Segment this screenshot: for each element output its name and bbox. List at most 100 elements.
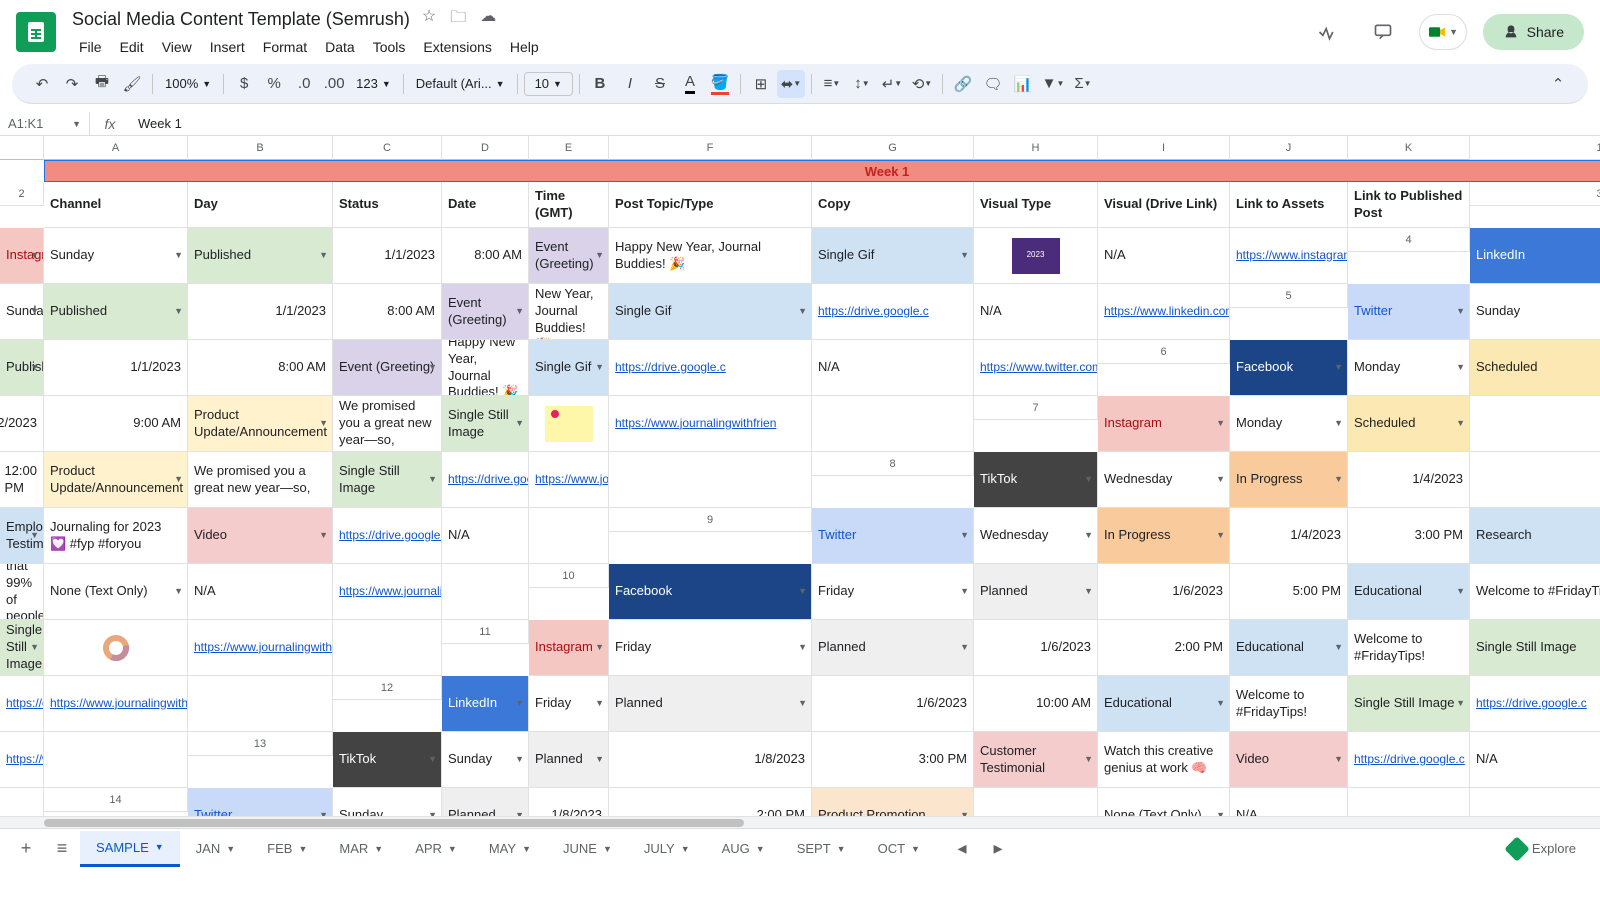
menu-tools[interactable]: Tools [366, 35, 413, 59]
cell-time[interactable]: 2:00 PM [1098, 620, 1230, 676]
cell-date[interactable]: 1/1/2023 [188, 284, 333, 340]
cell-topic[interactable]: Event (Greeting)▼ [529, 228, 609, 284]
cell-time[interactable]: 12:00 PM [1470, 452, 1600, 508]
meet-button[interactable]: ▼ [1419, 14, 1467, 50]
cell-assets[interactable]: N/A [1098, 228, 1230, 284]
fill-color-button[interactable]: 🪣 [706, 70, 734, 98]
cell-assets[interactable]: https://www.journalingwithfrien [0, 732, 44, 788]
currency-button[interactable]: $ [230, 70, 258, 98]
cell-published[interactable]: https://www.twitter.com/linktop [974, 340, 1098, 396]
cell-topic[interactable]: Product Update/Announcement▼ [44, 452, 188, 508]
cell-channel[interactable]: LinkedIn▼ [1470, 228, 1600, 284]
cell-published[interactable] [333, 620, 442, 676]
cell-published[interactable] [609, 452, 812, 508]
cell-visual-link[interactable]: https://drive.google.c [1470, 676, 1600, 732]
cell-time[interactable]: 3:00 PM [812, 732, 974, 788]
cell-topic[interactable]: Product Update/Announcement▼ [188, 396, 333, 452]
cell-copy[interactable]: Happy New Year, Journal Buddies! 🎉 [442, 340, 529, 396]
add-sheet-button[interactable]: + [8, 831, 44, 867]
cell-day[interactable]: Monday▼ [1348, 340, 1470, 396]
cell-assets[interactable]: N/A [442, 508, 529, 564]
row-header[interactable]: 5 [1230, 284, 1348, 308]
cell-date[interactable]: 1/4/2023 [1348, 452, 1470, 508]
cell-visual-link[interactable] [44, 620, 188, 676]
cloud-icon[interactable]: ☁ [480, 6, 496, 33]
col-header-E[interactable]: E [529, 136, 609, 160]
cell-topic[interactable]: Employee Testimonial▼ [0, 508, 44, 564]
header-assets[interactable]: Link to Assets [1230, 182, 1348, 228]
cell-assets[interactable]: https://www.journalingwithfrien [333, 564, 442, 620]
name-box[interactable]: A1:K1▼ [0, 112, 90, 135]
cell-published[interactable] [812, 396, 974, 452]
cell-assets[interactable]: https://www.journalingwithfriends.com/bl… [188, 620, 333, 676]
cell-time[interactable]: 8:00 AM [188, 340, 333, 396]
row-header[interactable]: 10 [529, 564, 609, 588]
sheet-tab-sample[interactable]: SAMPLE▼ [80, 831, 180, 867]
cell-visual-type[interactable]: Single Still Image▼ [1348, 676, 1470, 732]
sheet-tab-aug[interactable]: AUG▼ [706, 831, 781, 867]
cell-assets[interactable]: https://www.journalingwithfrien [529, 452, 609, 508]
header-channel[interactable]: Channel [44, 182, 188, 228]
cell-assets[interactable]: https://www.journalingwithfrien [609, 396, 812, 452]
header-published[interactable]: Link to Published Post [1348, 182, 1470, 228]
row-header[interactable]: 3 [1470, 182, 1600, 206]
cell-channel[interactable]: Facebook▼ [609, 564, 812, 620]
week-header-cell[interactable]: Week 1 [44, 160, 1600, 182]
col-header-H[interactable]: H [974, 136, 1098, 160]
cell-time[interactable]: 9:00 AM [44, 396, 188, 452]
cell-time[interactable]: 3:00 PM [1348, 508, 1470, 564]
font-dropdown[interactable]: Default (Ari... ▼ [410, 76, 511, 91]
row-header[interactable]: 1 [1470, 136, 1600, 160]
cell-status[interactable]: Planned▼ [529, 732, 609, 788]
cell-copy[interactable]: Welcome to #FridayTips! [1230, 676, 1348, 732]
cell-copy[interactable]: Happy New Year, Journal Buddies! 🎉 [609, 228, 812, 284]
borders-button[interactable]: ⊞ [747, 70, 775, 98]
row-header[interactable]: 6 [1098, 340, 1230, 364]
redo-button[interactable]: ↷ [58, 70, 86, 98]
menu-data[interactable]: Data [318, 35, 362, 59]
wrap-button[interactable]: ↵ ▼ [878, 70, 906, 98]
sheet-tab-mar[interactable]: MAR▼ [323, 831, 399, 867]
menu-file[interactable]: File [72, 35, 109, 59]
sheets-logo[interactable] [16, 12, 56, 52]
cell-copy[interactable]: Watch this creative genius at work 🧠 [1098, 732, 1230, 788]
formula-input[interactable]: Week 1 [130, 116, 1600, 131]
cell-topic[interactable]: Educational▼ [1098, 676, 1230, 732]
cell-topic[interactable]: Customer Testimonial▼ [974, 732, 1098, 788]
cell-status[interactable]: Planned▼ [974, 564, 1098, 620]
cell-published[interactable]: https://www.linkedin.com/linkto [1098, 284, 1230, 340]
rotate-button[interactable]: ⟲ ▼ [908, 70, 936, 98]
cell-date[interactable]: 1/2/2023 [1470, 396, 1600, 452]
row-header[interactable]: 11 [442, 620, 529, 644]
horizontal-scrollbar[interactable] [0, 816, 1600, 828]
cell-date[interactable]: 1/6/2023 [1098, 564, 1230, 620]
doc-title[interactable]: Social Media Content Template (Semrush) [72, 9, 410, 30]
cell-channel[interactable]: Instagram▼ [1098, 396, 1230, 452]
cell-time[interactable]: 12:00 PM [0, 452, 44, 508]
row-header[interactable]: 12 [333, 676, 442, 700]
share-button[interactable]: Share [1483, 14, 1584, 50]
cell-status[interactable]: Published▼ [44, 284, 188, 340]
cell-visual-link[interactable]: https://drive.google.c [1348, 732, 1470, 788]
cell-date[interactable]: 1/1/2023 [44, 340, 188, 396]
cell-date[interactable]: 1/8/2023 [609, 732, 812, 788]
row-header[interactable]: 13 [188, 732, 333, 756]
cell-topic[interactable]: Educational▼ [1348, 564, 1470, 620]
cell-status[interactable]: Published▼ [188, 228, 333, 284]
menu-edit[interactable]: Edit [113, 35, 151, 59]
decimal-decrease-button[interactable]: .0 [290, 70, 318, 98]
cell-topic[interactable]: Educational▼ [1230, 620, 1348, 676]
menu-format[interactable]: Format [256, 35, 314, 59]
cell-date[interactable]: 1/4/2023 [1230, 508, 1348, 564]
cell-status[interactable]: In Progress▼ [1098, 508, 1230, 564]
cell-time[interactable]: 8:00 AM [442, 228, 529, 284]
cell-copy[interactable]: Journaling for 2023 💟 #fyp #foryou [44, 508, 188, 564]
collapse-toolbar-button[interactable]: ⌃ [1544, 70, 1572, 98]
cell-published[interactable] [1470, 788, 1600, 816]
row-header[interactable]: 4 [1348, 228, 1470, 252]
cell-copy[interactable]: Happy New Year, Journal Buddies! 🎉 [529, 284, 609, 340]
strikethrough-button[interactable]: S [646, 70, 674, 98]
sheet-tab-sept[interactable]: SEPT▼ [781, 831, 862, 867]
menu-insert[interactable]: Insert [203, 35, 252, 59]
cell-visual-link[interactable]: N/A [188, 564, 333, 620]
